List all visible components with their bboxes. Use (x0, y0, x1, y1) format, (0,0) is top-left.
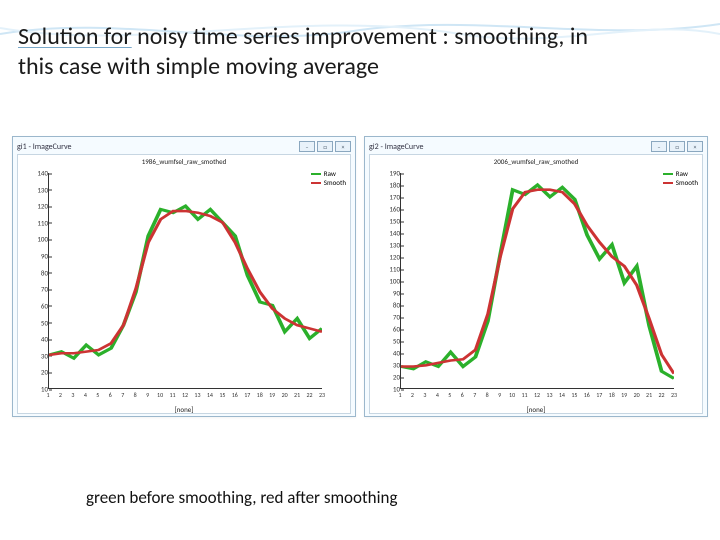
y-axis: 102030405060708090100110120130140 (20, 173, 48, 389)
x-axis-label: [none] (18, 405, 350, 414)
window-title: gi2 - ImageCurve (369, 142, 424, 152)
window-buttons: – □ × (651, 141, 703, 152)
plot-area (400, 173, 674, 389)
plot-area (48, 173, 322, 389)
chart-window-right: gi2 - ImageCurve – □ × 2006_wumfsel_raw_… (364, 136, 708, 417)
close-icon[interactable]: × (335, 141, 351, 152)
x-axis: 1234567891011121314151617181920212223 (400, 391, 674, 403)
x-axis-label: [none] (370, 405, 702, 414)
window-buttons: – □ × (299, 141, 351, 152)
chart-title: 2006_wumfsel_raw_smothed (370, 157, 702, 166)
caption: green before smoothing, red after smooth… (86, 487, 397, 508)
slide: Solution for noisy time series improveme… (0, 0, 720, 540)
slide-title: Solution for noisy time series improveme… (18, 22, 702, 82)
minimize-icon[interactable]: – (651, 141, 667, 152)
charts-row: gi1 - ImageCurve – □ × 1986_wumfsel_raw_… (12, 136, 708, 417)
maximize-icon[interactable]: □ (317, 141, 333, 152)
maximize-icon[interactable]: □ (669, 141, 685, 152)
y-axis: 1020304050607080901001101201301401501601… (372, 173, 400, 389)
window-titlebar: gi2 - ImageCurve – □ × (369, 141, 703, 152)
chart-title: 1986_wumfsel_raw_smothed (18, 157, 350, 166)
window-title: gi1 - ImageCurve (17, 142, 72, 152)
plot-canvas: 2006_wumfsel_raw_smothed Raw Smooth 1020… (369, 154, 703, 414)
minimize-icon[interactable]: – (299, 141, 315, 152)
window-titlebar: gi1 - ImageCurve – □ × (17, 141, 351, 152)
close-icon[interactable]: × (687, 141, 703, 152)
plot-canvas: 1986_wumfsel_raw_smothed Raw Smooth 1020… (17, 154, 351, 414)
x-axis: 1234567891011121314151617181920212223 (48, 391, 322, 403)
chart-window-left: gi1 - ImageCurve – □ × 1986_wumfsel_raw_… (12, 136, 356, 417)
